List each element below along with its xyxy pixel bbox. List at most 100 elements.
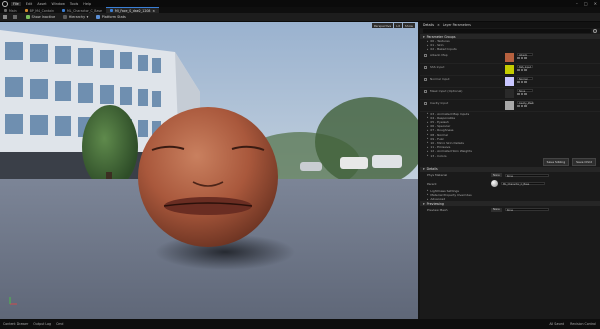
hierarchy-button[interactable]: Hierarchy ▾ — [61, 14, 90, 20]
texture-controls: SSS_Input — [517, 64, 533, 72]
asset-actions — [517, 80, 533, 84]
group-label: Advanced — [430, 197, 446, 202]
perspective-button[interactable]: Perspective — [371, 23, 394, 28]
menu-window[interactable]: Window — [52, 2, 65, 6]
texture-controls: Cavity_Mask — [517, 100, 534, 108]
menu-asset[interactable]: Asset — [37, 2, 46, 6]
use-selected-icon[interactable] — [520, 92, 523, 96]
texture-select[interactable]: SSS_Input — [517, 64, 533, 69]
parameter-name: Mask Input (Optional) — [430, 88, 463, 93]
platform-stats-button[interactable]: Platform Stats — [94, 14, 128, 20]
texture-controls: None — [517, 88, 533, 96]
main-menu: File Edit Asset Window Tools Help — [11, 1, 91, 6]
property-label: Parent — [427, 181, 437, 186]
output-log-button[interactable]: Output Log — [33, 322, 51, 326]
section-label: Details — [426, 167, 438, 172]
reset-icon[interactable] — [524, 104, 527, 108]
menu-edit[interactable]: Edit — [26, 2, 33, 6]
title-bar: File Edit Asset Window Tools Help – □ ✕ — [0, 0, 600, 7]
all-saved-indicator[interactable]: All Saved — [549, 322, 564, 326]
browse-icon[interactable] — [13, 15, 17, 19]
reset-icon[interactable] — [524, 68, 527, 72]
parameter-name: SSS Input — [430, 64, 445, 69]
reset-icon[interactable] — [524, 92, 527, 96]
browse-icon[interactable] — [517, 92, 520, 96]
browse-icon[interactable] — [517, 80, 520, 84]
save-sibling-button[interactable]: Save Sibling — [542, 158, 570, 167]
menu-tools[interactable]: Tools — [70, 2, 78, 6]
level-icon — [4, 9, 7, 12]
chevron-right-icon: ▸ — [427, 193, 429, 197]
texture-thumbnail[interactable] — [505, 88, 514, 98]
override-checkbox[interactable] — [424, 77, 427, 81]
revision-control-button[interactable]: Revision Control — [570, 322, 596, 326]
chevron-right-icon: ▸ — [427, 137, 429, 141]
texture-select[interactable]: Albedo — [517, 52, 533, 57]
section-label: Previewing — [426, 201, 444, 206]
texture-select[interactable]: Normal — [517, 76, 533, 81]
phys-material-row: Phys Material None None — [420, 172, 600, 179]
texture-thumbnail[interactable] — [505, 76, 514, 86]
use-selected-icon[interactable] — [520, 104, 523, 108]
close-icon[interactable]: × — [437, 23, 440, 27]
chevron-down-icon: ▾ — [423, 167, 425, 172]
chevron-right-icon: ▸ — [427, 43, 429, 47]
reset-icon[interactable] — [524, 80, 527, 84]
maximize-icon[interactable]: □ — [584, 1, 588, 6]
tab-details[interactable]: Details — [423, 23, 434, 27]
preview-mesh-select[interactable]: None — [504, 208, 549, 212]
preview-viewport[interactable]: Perspective Lit Show — [0, 22, 418, 319]
group-label: 13 - Colors — [430, 153, 447, 158]
texture-select[interactable]: Cavity_Mask — [517, 100, 534, 105]
chevron-down-icon: ▾ — [86, 15, 89, 19]
override-checkbox[interactable] — [424, 101, 427, 105]
content-drawer-button[interactable]: Content Drawer — [3, 322, 28, 326]
chevron-right-icon: ▸ — [427, 149, 429, 153]
status-bar: Content Drawer Output Log Cmd All Saved … — [0, 319, 600, 329]
inactive-icon — [26, 15, 30, 19]
parent-select[interactable]: ML_Charactor_C_Base — [501, 182, 545, 186]
reset-icon[interactable] — [524, 56, 527, 60]
stats-icon — [96, 15, 101, 19]
save-icon[interactable] — [3, 15, 7, 19]
texture-thumbnail[interactable] — [505, 52, 514, 62]
chevron-right-icon: ▸ — [427, 39, 429, 43]
close-icon[interactable]: ✕ — [594, 1, 597, 6]
close-tab-icon[interactable]: × — [152, 9, 155, 13]
chevron-right-icon: ▸ — [427, 189, 429, 193]
search-input[interactable] — [423, 29, 591, 33]
texture-thumbnail[interactable] — [505, 64, 514, 74]
browse-icon[interactable] — [517, 68, 520, 72]
save-child-button[interactable]: Save Child — [572, 158, 596, 167]
use-selected-icon[interactable] — [520, 68, 523, 72]
property-tag: None — [491, 207, 502, 212]
tab-label: Main — [9, 8, 17, 13]
gear-icon[interactable] — [593, 29, 597, 33]
override-checkbox[interactable] — [424, 89, 427, 93]
show-button[interactable]: Show — [402, 23, 415, 28]
chevron-right-icon: ▸ — [427, 112, 429, 116]
menu-help[interactable]: Help — [83, 2, 91, 6]
use-selected-icon[interactable] — [520, 80, 523, 84]
chevron-right-icon: ▸ — [427, 133, 429, 137]
browse-icon[interactable] — [517, 56, 520, 60]
override-checkbox[interactable] — [424, 53, 427, 57]
tab-layer-parameters[interactable]: Layer Parameters — [443, 23, 471, 27]
cmd-input[interactable]: Cmd — [56, 322, 63, 326]
chevron-right-icon: ▸ — [427, 197, 429, 201]
chevron-right-icon: ▸ — [427, 141, 429, 145]
show-inactive-button[interactable]: Show Inactive — [24, 14, 57, 20]
texture-thumbnail[interactable] — [505, 100, 514, 110]
override-checkbox[interactable] — [424, 65, 427, 69]
use-selected-icon[interactable] — [520, 56, 523, 60]
minimize-icon[interactable]: – — [576, 1, 578, 6]
lit-button[interactable]: Lit — [394, 23, 402, 28]
asset-actions — [517, 56, 533, 60]
menu-file[interactable]: File — [11, 1, 21, 6]
button-label: Hierarchy — [68, 15, 86, 19]
asset-actions — [517, 104, 533, 108]
browse-icon[interactable] — [517, 104, 520, 108]
texture-parameter-row: Cavity Input Cavity_Mask — [420, 100, 600, 112]
phys-material-select[interactable]: None — [504, 173, 549, 178]
texture-select[interactable]: None — [517, 88, 533, 93]
